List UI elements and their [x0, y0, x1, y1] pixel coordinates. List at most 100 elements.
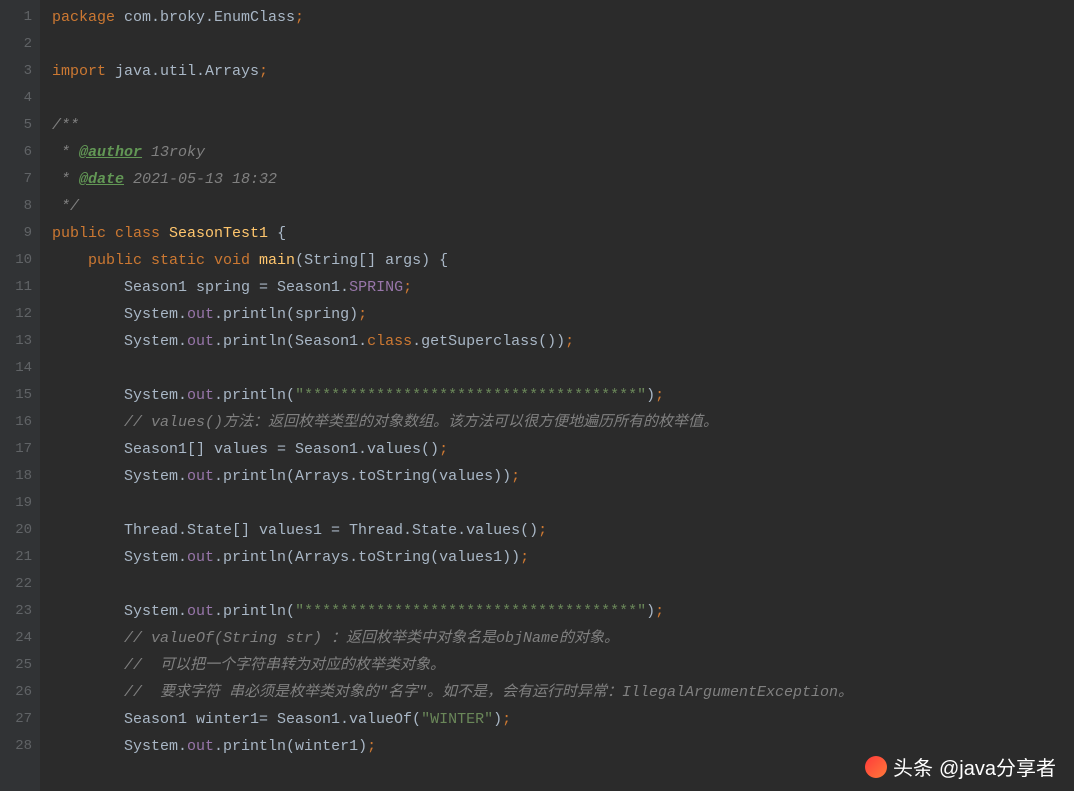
line-number: 8 — [0, 193, 40, 220]
string: "WINTER" — [421, 711, 493, 728]
identifier: java.util.Arrays — [115, 63, 259, 80]
code: ) — [646, 603, 655, 620]
line-number: 24 — [0, 625, 40, 652]
line-number: 22 — [0, 571, 40, 598]
code-line: * @author 13roky — [52, 139, 1074, 166]
line-number: 4 — [0, 85, 40, 112]
line-comment: // 要求字符 串必须是枚举类对象的"名字"。如不是，会有运行时异常：Illeg… — [52, 684, 853, 701]
field: out — [187, 306, 214, 323]
code-line: public class SeasonTest1 { — [52, 220, 1074, 247]
keyword: package — [52, 9, 124, 26]
line-number: 10 — [0, 247, 40, 274]
watermark-logo-icon — [865, 756, 887, 778]
keyword: public static void — [88, 252, 259, 269]
code: .println(winter1) — [214, 738, 367, 755]
doc-tag: @author — [79, 144, 142, 161]
doc-comment: * — [52, 171, 79, 188]
code-line: // 要求字符 串必须是枚举类对象的"名字"。如不是，会有运行时异常：Illeg… — [52, 679, 1074, 706]
line-number-gutter: 1234567891011121314151617181920212223242… — [0, 0, 40, 791]
line-number: 16 — [0, 409, 40, 436]
code: System. — [52, 549, 187, 566]
line-number: 7 — [0, 166, 40, 193]
code: Season1[] values = Season1.values() — [52, 441, 439, 458]
field: out — [187, 333, 214, 350]
code: Season1 winter1= Season1.valueOf( — [52, 711, 421, 728]
code: System. — [52, 306, 187, 323]
field: out — [187, 387, 214, 404]
code: System. — [52, 738, 187, 755]
code-line — [52, 355, 1074, 382]
line-number: 11 — [0, 274, 40, 301]
watermark: 头条 @java分享者 — [865, 752, 1056, 781]
punct: ; — [358, 306, 367, 323]
code-line: // values()方法：返回枚举类型的对象数组。该方法可以很方便地遍历所有的… — [52, 409, 1074, 436]
indent — [52, 252, 88, 269]
doc-tag: @date — [79, 171, 124, 188]
string: "*************************************" — [295, 387, 646, 404]
line-comment: // valueOf(String str) ：返回枚举类中对象名是objNam… — [52, 630, 619, 647]
code-area[interactable]: package com.broky.EnumClass; import java… — [40, 0, 1074, 791]
line-number: 19 — [0, 490, 40, 517]
punct: ; — [511, 468, 520, 485]
code-editor: 1234567891011121314151617181920212223242… — [0, 0, 1074, 791]
code-line — [52, 85, 1074, 112]
keyword: import — [52, 63, 115, 80]
code: Season1 spring = Season1. — [52, 279, 349, 296]
code: .println(Season1. — [214, 333, 367, 350]
doc-text: 13roky — [142, 144, 205, 161]
code-line: System.out.println(Season1.class.getSupe… — [52, 328, 1074, 355]
punct: ; — [565, 333, 574, 350]
code: ) — [646, 387, 655, 404]
line-number: 1 — [0, 4, 40, 31]
code: .println(Arrays.toString(values)) — [214, 468, 511, 485]
code-line: // 可以把一个字符串转为对应的枚举类对象。 — [52, 652, 1074, 679]
line-number: 27 — [0, 706, 40, 733]
code-line — [52, 490, 1074, 517]
field: out — [187, 603, 214, 620]
code-line: Thread.State[] values1 = Thread.State.va… — [52, 517, 1074, 544]
line-number: 21 — [0, 544, 40, 571]
code-line: System.out.println("********************… — [52, 382, 1074, 409]
line-comment: // 可以把一个字符串转为对应的枚举类对象。 — [52, 657, 445, 674]
punct: ; — [403, 279, 412, 296]
line-number: 14 — [0, 355, 40, 382]
line-number: 20 — [0, 517, 40, 544]
line-number: 18 — [0, 463, 40, 490]
line-number: 23 — [0, 598, 40, 625]
code-line: Season1 winter1= Season1.valueOf("WINTER… — [52, 706, 1074, 733]
code: System. — [52, 468, 187, 485]
line-number: 13 — [0, 328, 40, 355]
punct: ; — [259, 63, 268, 80]
code-line: import java.util.Arrays; — [52, 58, 1074, 85]
brace: { — [277, 225, 286, 242]
code-line: System.out.println("********************… — [52, 598, 1074, 625]
line-number: 15 — [0, 382, 40, 409]
code-line: Season1 spring = Season1.SPRING; — [52, 274, 1074, 301]
code: Thread.State[] values1 = Thread.State.va… — [52, 522, 538, 539]
punct: ; — [520, 549, 529, 566]
code: .println( — [214, 387, 295, 404]
code-line — [52, 571, 1074, 598]
code: .getSuperclass()) — [412, 333, 565, 350]
doc-text: 2021-05-13 18:32 — [124, 171, 277, 188]
punct: ; — [439, 441, 448, 458]
method-name: main — [259, 252, 295, 269]
code-line: Season1[] values = Season1.values(); — [52, 436, 1074, 463]
code-line — [52, 31, 1074, 58]
line-number: 5 — [0, 112, 40, 139]
line-number: 26 — [0, 679, 40, 706]
line-comment: // values()方法：返回枚举类型的对象数组。该方法可以很方便地遍历所有的… — [52, 414, 718, 431]
doc-comment: /** — [52, 117, 79, 134]
field: out — [187, 549, 214, 566]
string: "*************************************" — [295, 603, 646, 620]
class-name: SeasonTest1 — [169, 225, 277, 242]
keyword: class — [367, 333, 412, 350]
line-number: 3 — [0, 58, 40, 85]
identifier: com.broky.EnumClass — [124, 9, 295, 26]
code: ) — [493, 711, 502, 728]
line-number: 9 — [0, 220, 40, 247]
code-line: */ — [52, 193, 1074, 220]
punct: ; — [502, 711, 511, 728]
line-number: 25 — [0, 652, 40, 679]
params: (String[] args) { — [295, 252, 448, 269]
